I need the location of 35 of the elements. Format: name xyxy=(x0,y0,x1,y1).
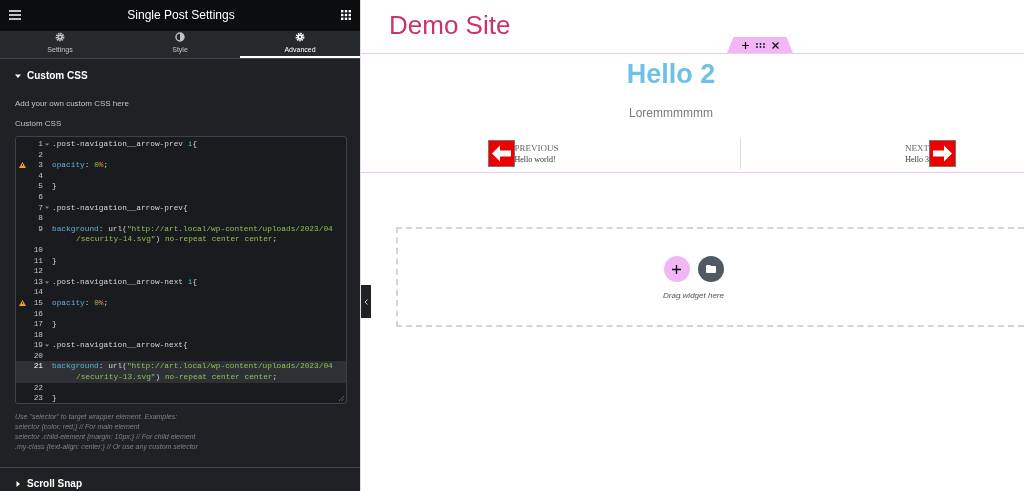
caret-icon xyxy=(15,72,21,79)
drag-handle-icon[interactable] xyxy=(755,42,765,48)
nav-label: NEXT xyxy=(905,142,929,154)
gear-icon xyxy=(295,31,305,42)
fold-icon[interactable] xyxy=(45,344,49,348)
drop-hint: Drag widget here xyxy=(663,290,724,302)
nav-label: PREVIOUS xyxy=(514,142,560,154)
post-excerpt: Loremmmmmm xyxy=(629,105,713,122)
chevron-left-icon xyxy=(364,298,368,305)
contrast-icon xyxy=(175,31,185,42)
nav-link[interactable]: Hello world! xyxy=(514,153,577,165)
gear-icon xyxy=(55,31,65,42)
section-description: Add your own custom CSS here xyxy=(15,98,130,110)
apps-grid-icon[interactable] xyxy=(341,10,351,21)
collapse-handle[interactable] xyxy=(361,285,371,318)
resize-grip-icon[interactable] xyxy=(339,396,344,401)
folder-icon xyxy=(705,265,716,273)
caret-icon xyxy=(15,480,21,487)
add-widget-button[interactable] xyxy=(663,256,690,282)
fold-icon[interactable] xyxy=(45,142,49,146)
section-header[interactable]: Custom CSS xyxy=(0,59,360,91)
template-library-button[interactable] xyxy=(697,256,724,282)
plus-icon xyxy=(672,264,681,274)
fold-icon[interactable] xyxy=(45,280,49,284)
menu-icon[interactable] xyxy=(9,10,21,21)
section-header[interactable]: Scroll Snap xyxy=(0,468,360,491)
close-icon[interactable] xyxy=(771,41,779,49)
nav-link[interactable]: Hello 3 xyxy=(905,153,929,165)
panel-title: Single Post Settings xyxy=(127,7,235,25)
field-label: Custom CSS xyxy=(15,118,63,130)
code-editor[interactable] xyxy=(15,136,347,404)
plus-icon[interactable] xyxy=(741,41,749,49)
post-title: Hello 2 xyxy=(626,58,716,90)
site-title[interactable]: Demo Site xyxy=(389,10,511,40)
fold-icon[interactable] xyxy=(45,206,49,210)
